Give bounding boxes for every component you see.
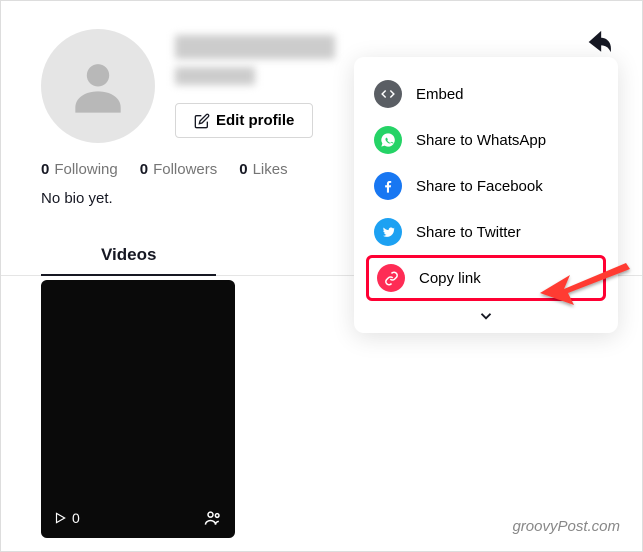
share-item-copy-link-label: Copy link [419,270,481,287]
watermark: groovyPost.com [512,518,620,535]
video-thumbnail[interactable]: 0 [41,280,235,538]
share-menu-expand[interactable] [354,301,618,327]
share-item-copy-link[interactable]: Copy link [366,255,606,301]
share-item-twitter[interactable]: Share to Twitter [354,209,618,255]
play-outline-icon [53,511,67,525]
likes-label: Likes [253,161,288,178]
share-item-facebook-label: Share to Facebook [416,178,543,195]
stat-following[interactable]: 0 Following [41,161,118,178]
tab-videos[interactable]: Videos [41,235,216,275]
share-item-whatsapp-label: Share to WhatsApp [416,132,546,149]
following-count: 0 [41,161,49,178]
video-view-count: 0 [72,510,80,526]
share-item-embed-label: Embed [416,86,464,103]
username-redacted [175,35,335,59]
chevron-down-icon [477,307,495,325]
followers-label: Followers [153,161,217,178]
edit-profile-label: Edit profile [216,112,294,129]
share-item-facebook[interactable]: Share to Facebook [354,163,618,209]
share-button[interactable] [586,29,612,60]
edit-icon [194,113,210,129]
share-item-embed[interactable]: Embed [354,71,618,117]
twitter-icon [374,218,402,246]
people-icon [203,508,223,528]
embed-icon [374,80,402,108]
handle-redacted [175,67,255,85]
following-label: Following [54,161,117,178]
whatsapp-icon [374,126,402,154]
video-views: 0 [53,510,80,526]
person-icon [66,54,130,118]
link-icon [377,264,405,292]
avatar[interactable] [41,29,155,143]
likes-count: 0 [239,161,247,178]
share-arrow-icon [586,29,612,55]
share-menu: Embed Share to WhatsApp Share to Faceboo… [354,57,618,333]
share-item-whatsapp[interactable]: Share to WhatsApp [354,117,618,163]
share-item-twitter-label: Share to Twitter [416,224,521,241]
stat-likes[interactable]: 0 Likes [239,161,287,178]
followers-count: 0 [140,161,148,178]
edit-profile-button[interactable]: Edit profile [175,103,313,138]
facebook-icon [374,172,402,200]
stat-followers[interactable]: 0 Followers [140,161,218,178]
tab-videos-label: Videos [101,245,156,264]
